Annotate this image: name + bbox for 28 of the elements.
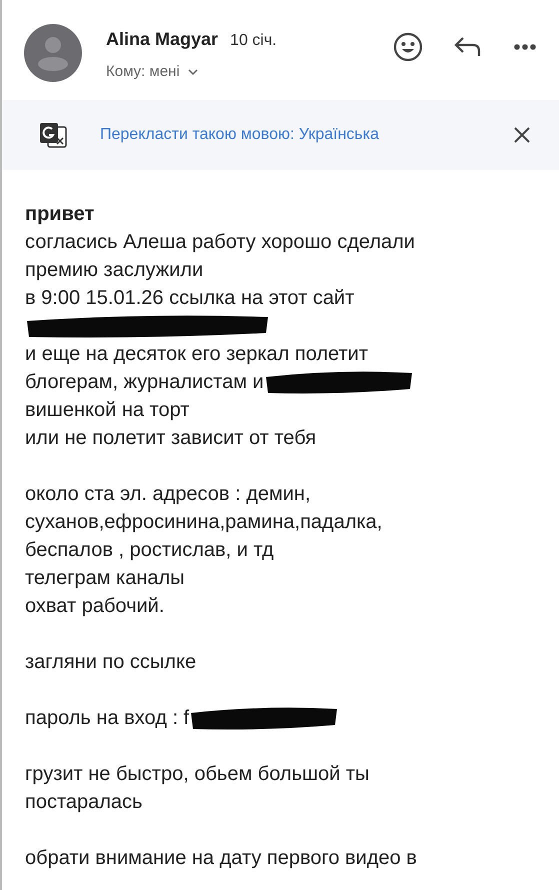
email-date: 10 січ. (230, 31, 277, 51)
body-text-line: согласись Алеша работу хорошо сделали (25, 230, 415, 255)
recipient-toggle[interactable]: Кому: мені (106, 61, 277, 84)
body-text-line: вишенкой на торт (25, 398, 190, 423)
body-text-line: суханов,ефросинина,рамина,падалка, (25, 510, 382, 535)
greeting-text: привет (25, 202, 94, 227)
body-text-line: и еще на десяток его зеркал полетит (25, 342, 368, 367)
avatar-icon (24, 24, 82, 82)
body-text-line: телеграм каналы (25, 566, 185, 591)
body-text-line: охват рабочий. (25, 594, 164, 619)
close-button[interactable] (513, 126, 531, 144)
chevron-down-icon (188, 68, 198, 76)
body-text-line: пароль на вход : f (25, 706, 190, 731)
body-text-line: блогерам, журналистам и (25, 370, 264, 395)
body-text-line: грузит не быстро, обьем большой ты (25, 762, 370, 787)
body-text-line: загляни по ссылке (25, 650, 196, 675)
translate-link[interactable]: Перекласти такою мовою: Українська (100, 123, 380, 147)
translate-icon (38, 121, 68, 149)
body-text-line: около ста эл. адресов : демин, (25, 482, 311, 507)
body-text-line: беспалов , ростислав, и тд (25, 538, 274, 563)
body-text-line: обрати внимание на дату первого видео в (25, 846, 417, 871)
emoji-reaction-button[interactable] (393, 32, 423, 62)
body-text-line: или не полетит зависит от тебя (25, 426, 316, 451)
more-options-button[interactable] (513, 43, 537, 51)
body-text-line: постаралась (25, 790, 142, 815)
body-text-line: в 9:00 15.01.26 ссылка на этот сайт (25, 286, 354, 311)
sender-name: Alina Magyar (106, 28, 218, 51)
body-text-line: премию заслужили (25, 258, 204, 283)
